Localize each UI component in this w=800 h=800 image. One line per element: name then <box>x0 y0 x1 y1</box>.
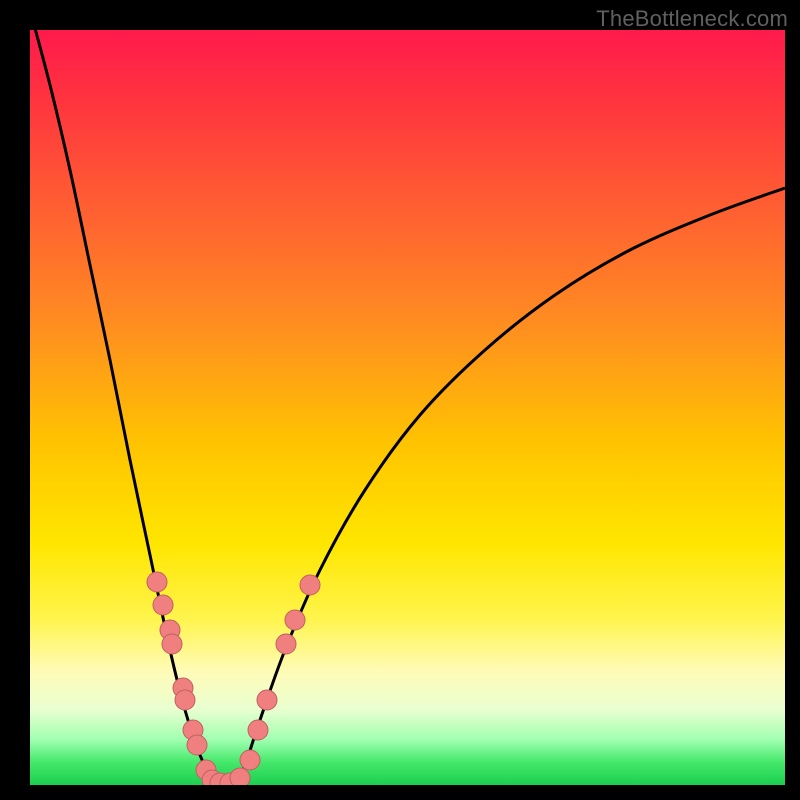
marker-dot <box>175 690 195 710</box>
curve-right-branch <box>235 188 785 785</box>
marker-dot <box>162 634 182 654</box>
marker-dot <box>285 610 305 630</box>
marker-dot <box>257 690 277 710</box>
marker-dot <box>230 768 250 785</box>
marker-dot <box>240 750 260 770</box>
marker-dots-group <box>147 572 320 785</box>
marker-dot <box>276 634 296 654</box>
marker-dot <box>248 720 268 740</box>
curve-left-branch <box>30 30 217 785</box>
marker-dot <box>187 735 207 755</box>
marker-dot <box>147 572 167 592</box>
chart-svg <box>30 30 785 785</box>
plot-area <box>30 30 785 785</box>
watermark-text: TheBottleneck.com <box>596 6 788 32</box>
marker-dot <box>153 595 173 615</box>
marker-dot <box>300 575 320 595</box>
